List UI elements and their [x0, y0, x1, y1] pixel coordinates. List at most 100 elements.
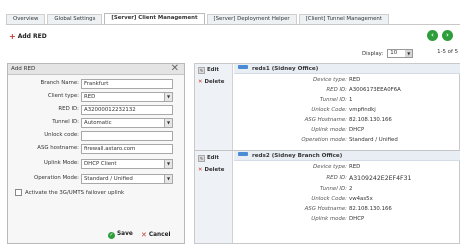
delete-label: Delete	[204, 79, 225, 85]
previous-page-icon[interactable]: ‹	[427, 30, 438, 41]
detail-key: ASG Hostname:	[304, 206, 347, 212]
delete-button[interactable]: ✕ Delete	[198, 167, 224, 173]
failover-row: Activate the 3G/UMTS failover uplink	[8, 188, 184, 198]
detail-value: DHCP	[349, 216, 365, 222]
asg-hostname-row: ASG hostname: firewall.astaro.com	[8, 144, 184, 154]
display-count-select[interactable]: 10 ▼	[387, 49, 414, 58]
detail-key: Unlock Code:	[311, 107, 347, 113]
tab-underline	[6, 24, 460, 25]
list-item-title: reds1 (Sidney Office)	[252, 66, 319, 72]
detail-value: 82.108.130.166	[349, 117, 392, 123]
asg-hostname-label: ASG hostname:	[37, 145, 79, 151]
red-id-label: RED ID:	[58, 106, 79, 112]
branch-name-row: Branch Name: Frankfurt	[8, 79, 184, 89]
detail-key: Device type:	[312, 77, 347, 83]
chevron-down-icon: ▼	[164, 93, 172, 101]
edit-button[interactable]: ✎ Edit	[198, 155, 219, 162]
tab-global-settings[interactable]: Global Settings	[47, 14, 103, 24]
detail-value: A3006173EEA0F6A	[349, 87, 401, 93]
list-item-header[interactable]: reds2 (Sidney Branch Office)	[234, 151, 460, 161]
close-icon[interactable]: ✕	[171, 63, 179, 74]
detail-key: Tunnel ID:	[319, 186, 347, 192]
operation-mode-row: Operation Mode: Standard / Unified ▼	[8, 174, 184, 184]
branch-name-input[interactable]: Frankfurt	[81, 79, 173, 89]
detail-key: ASG Hostname:	[304, 117, 347, 123]
display-count-value: 10	[390, 50, 398, 56]
detail-value: A3109242E2EF4F31	[349, 175, 412, 182]
save-button[interactable]: ✓ Save	[108, 231, 133, 239]
uplink-mode-select[interactable]: DHCP Client ▼	[81, 159, 173, 169]
delete-icon: ✕	[198, 79, 203, 85]
tab-client-management[interactable]: [Server] Client Management	[104, 13, 205, 24]
detail-value: RED	[349, 77, 361, 83]
client-type-label: Client type:	[47, 93, 79, 99]
tab-overview[interactable]: Overview	[6, 14, 46, 24]
actions-column: ✎ Edit ✕ Delete ✎ Edit ✕ Delete	[195, 64, 233, 243]
detail-key: Uplink mode:	[311, 216, 347, 222]
tab-bar: Overview Global Settings [Server] Client…	[6, 13, 391, 24]
display-control: Display: 10 ▼	[362, 49, 414, 58]
asg-hostname-input[interactable]: firewall.astaro.com	[81, 144, 173, 154]
tunnel-id-label: Tunnel ID:	[52, 119, 79, 125]
detail-key: RED ID:	[326, 175, 347, 181]
uplink-mode-row: Uplink Mode: DHCP Client ▼	[8, 159, 184, 169]
form-header: Add RED ✕	[8, 63, 184, 75]
form-footer: ✓ Save ✕ Cancel	[8, 229, 184, 243]
add-red-label: Add RED	[17, 33, 47, 40]
edit-icon: ✎	[198, 155, 205, 162]
form-title: Add RED	[11, 66, 36, 72]
next-page-icon[interactable]: ›	[442, 30, 453, 41]
pagination-range: 1-5 of 5	[437, 49, 458, 55]
add-red-form: Add RED ✕ Branch Name: Frankfurt Client …	[7, 63, 185, 244]
detail-value: 82.108.130.166	[349, 206, 392, 212]
tunnel-id-value: Automatic	[84, 120, 112, 126]
detail-key: Device type:	[312, 164, 347, 170]
detail-value: Standard / Unified	[349, 137, 398, 143]
delete-icon: ✕	[198, 167, 203, 173]
tunnel-id-row: Tunnel ID: Automatic ▼	[8, 118, 184, 128]
tunnel-id-select[interactable]: Automatic ▼	[81, 118, 173, 128]
detail-value: vmpfindkj	[349, 107, 376, 113]
red-device-icon	[238, 152, 248, 156]
cancel-button[interactable]: ✕ Cancel	[141, 231, 171, 239]
detail-key: Operation mode:	[301, 137, 347, 143]
operation-mode-select[interactable]: Standard / Unified ▼	[81, 174, 173, 184]
add-red-button[interactable]: + Add RED	[9, 32, 47, 41]
display-label: Display:	[362, 50, 384, 57]
unlock-code-row: Unlock code:	[8, 131, 184, 141]
red-list: ✎ Edit ✕ Delete ✎ Edit ✕ Delete reds1 (Sidne…	[194, 63, 460, 244]
list-item-title: reds2 (Sidney Branch Office)	[252, 153, 343, 159]
tab-deployment-helper[interactable]: [Server] Deployment Helper	[206, 14, 297, 24]
detail-value: vw4as5x	[349, 196, 373, 202]
edit-button[interactable]: ✎ Edit	[198, 67, 219, 74]
uplink-mode-label: Uplink Mode:	[43, 160, 79, 166]
save-label: Save	[117, 231, 133, 237]
unlock-code-input[interactable]	[81, 131, 173, 141]
tab-tunnel-management[interactable]: [Client] Tunnel Management	[298, 14, 389, 24]
branch-name-label: Branch Name:	[40, 80, 79, 86]
detail-value: DHCP	[349, 127, 365, 133]
delete-button[interactable]: ✕ Delete	[198, 79, 224, 85]
plus-icon: +	[9, 32, 16, 41]
edit-label: Edit	[207, 67, 219, 73]
list-item-header[interactable]: reds1 (Sidney Office)	[234, 64, 460, 74]
edit-label: Edit	[207, 155, 219, 161]
red-id-input[interactable]: A32000012232132	[81, 105, 173, 115]
detail-value: RED	[349, 164, 361, 170]
close-icon: ✕	[141, 231, 147, 239]
failover-option: Activate the 3G/UMTS failover uplink	[15, 189, 124, 196]
failover-label: Activate the 3G/UMTS failover uplink	[25, 189, 125, 196]
detail-value: 1	[349, 97, 353, 103]
client-type-select[interactable]: RED ▼	[81, 92, 173, 102]
operation-mode-value: Standard / Unified	[84, 176, 133, 182]
client-type-value: RED	[84, 94, 96, 100]
chevron-down-icon: ▼	[405, 50, 413, 57]
failover-checkbox[interactable]	[15, 189, 22, 196]
check-icon: ✓	[108, 232, 115, 239]
chevron-down-icon: ▼	[164, 160, 172, 168]
chevron-down-icon: ▼	[164, 175, 172, 183]
unlock-code-label: Unlock code:	[44, 132, 79, 138]
delete-label: Delete	[204, 167, 225, 173]
detail-key: RED ID:	[326, 87, 347, 93]
uplink-mode-value: DHCP Client	[84, 161, 117, 167]
